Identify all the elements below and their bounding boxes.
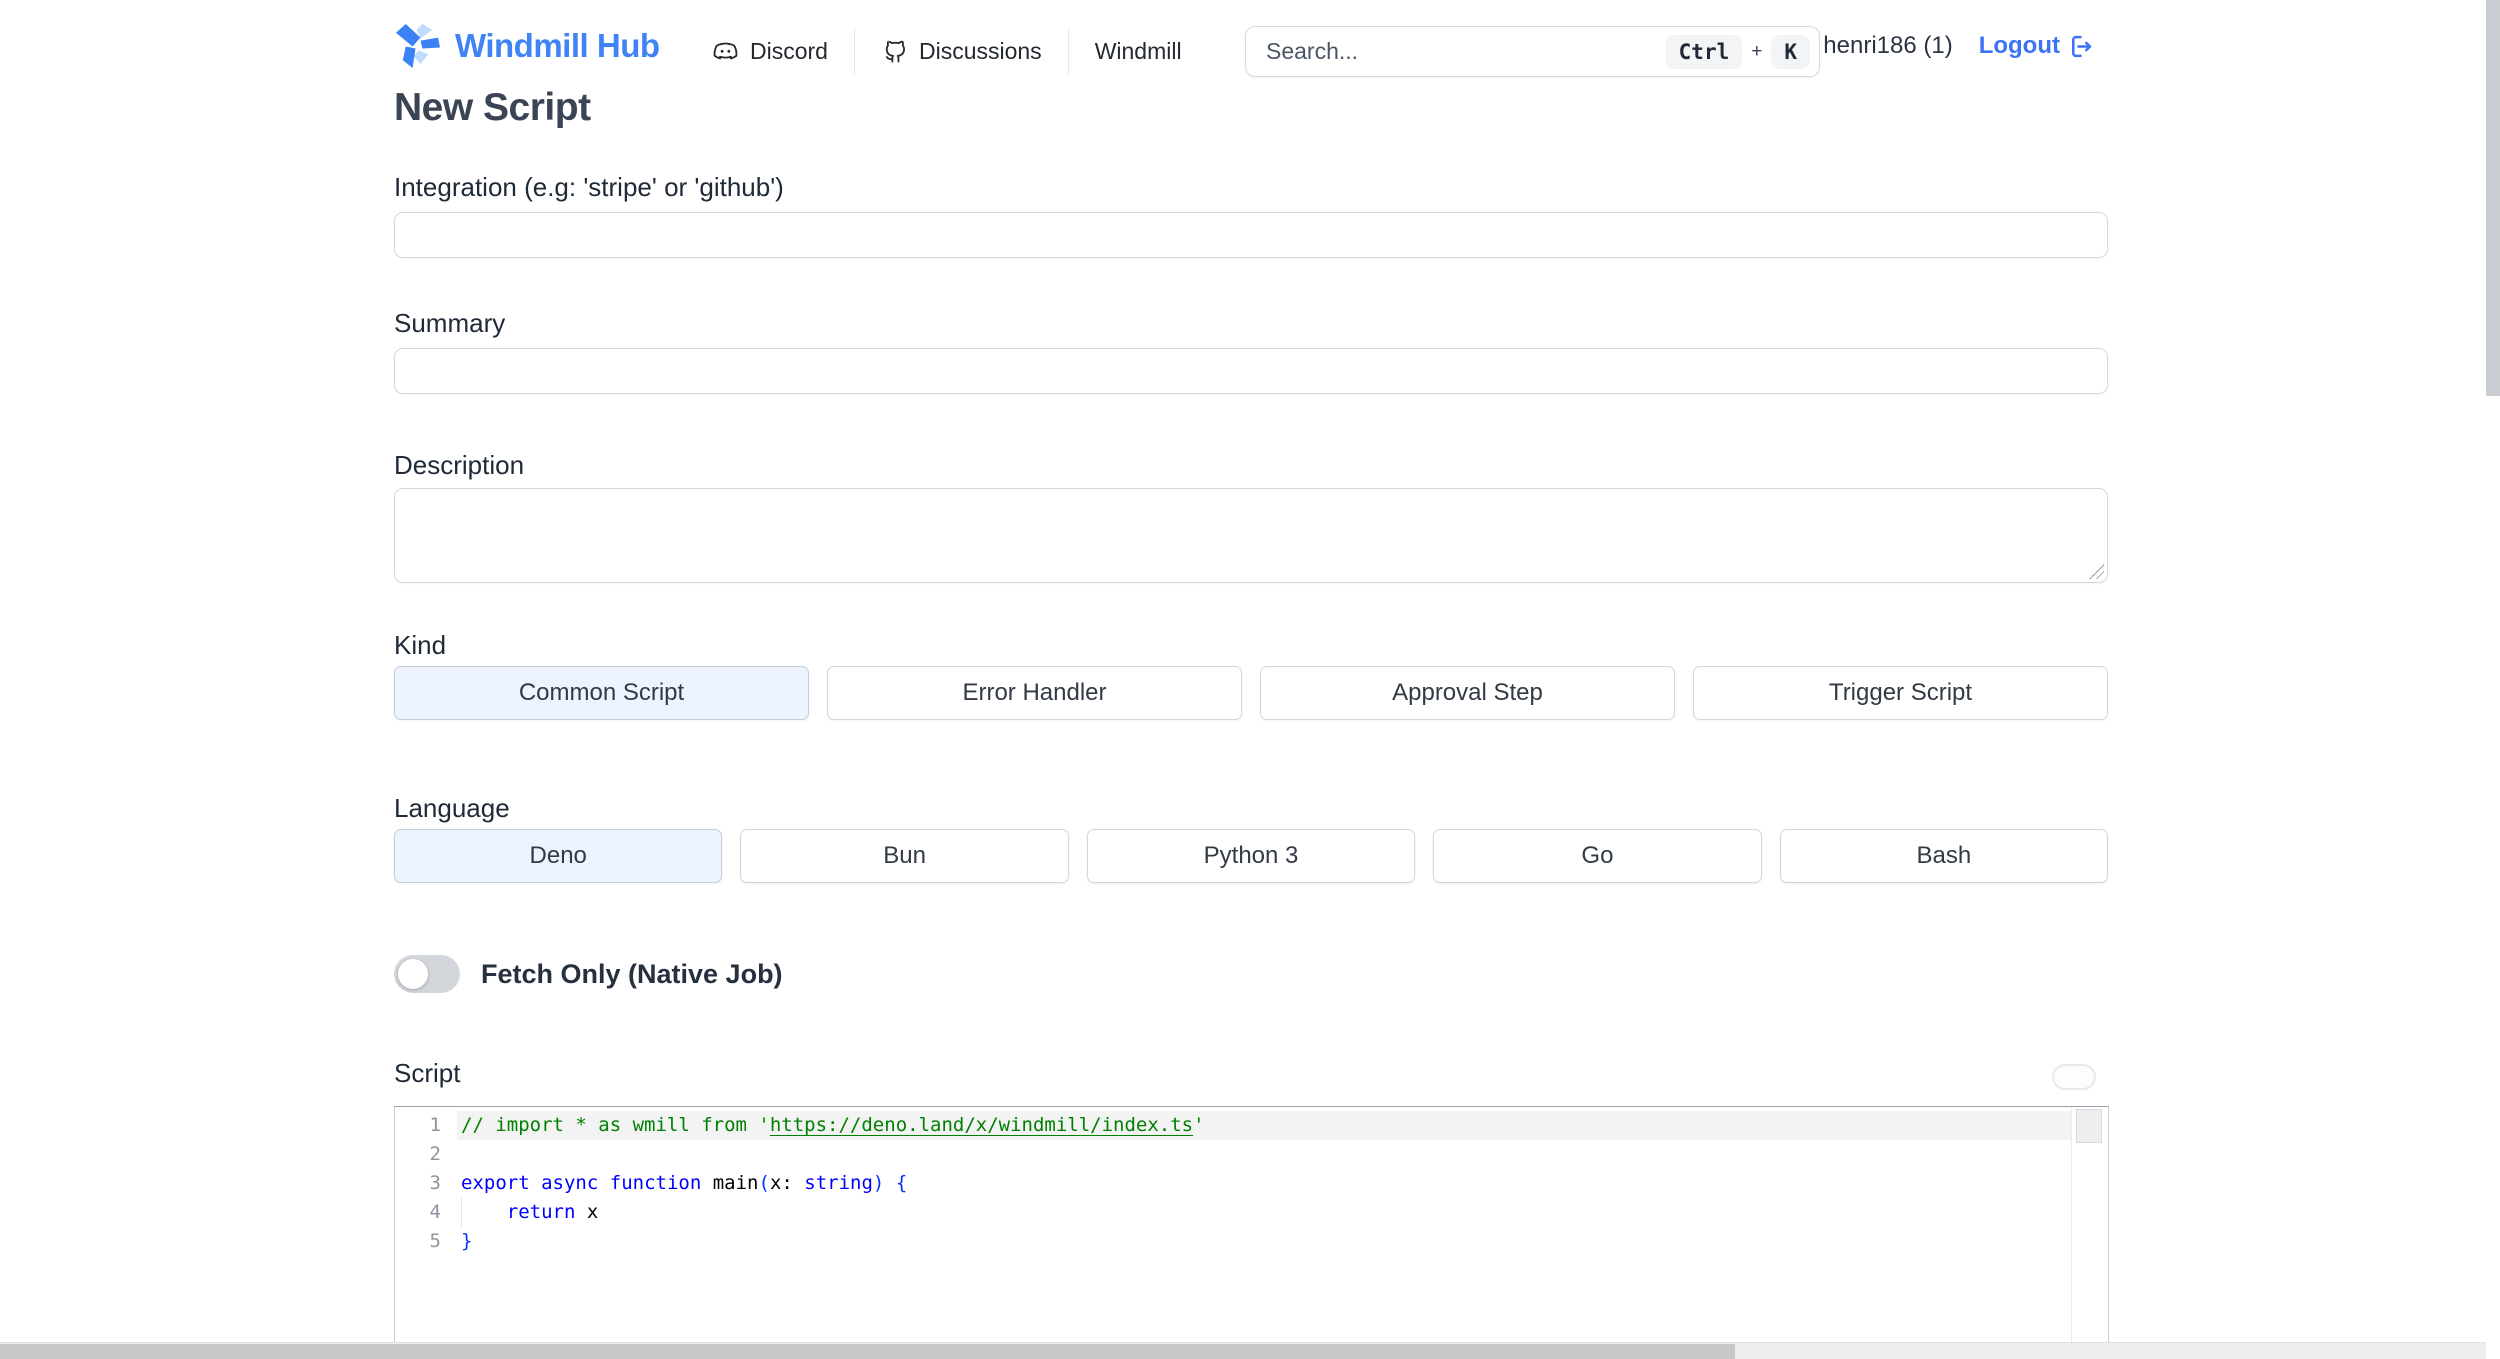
discussions-icon xyxy=(881,38,908,65)
code-token: export xyxy=(461,1172,530,1194)
search-input[interactable] xyxy=(1266,38,1666,65)
language-option-bash[interactable]: Bash xyxy=(1779,829,2109,883)
page-title: New Script xyxy=(394,86,591,129)
indent-guide xyxy=(461,1198,462,1227)
code-line-4[interactable]: return x xyxy=(461,1198,2071,1227)
editor-scrollbar-track xyxy=(2071,1107,2072,1359)
discord-icon xyxy=(712,38,739,65)
nav-item-label: Discord xyxy=(750,37,828,64)
user-area: henri186 (1) Logout xyxy=(1823,32,2092,60)
description-textarea[interactable] xyxy=(394,488,2108,583)
nav-item-windmill[interactable]: Windmill xyxy=(1095,38,1182,65)
logout-icon xyxy=(2067,34,2092,59)
nav-item-discord[interactable]: Discord xyxy=(712,38,828,65)
code-token: x xyxy=(769,1172,782,1194)
language-option-go[interactable]: Go xyxy=(1433,829,1762,883)
kind-label: Kind xyxy=(394,630,447,660)
summary-input[interactable] xyxy=(394,348,2108,394)
vertical-scrollbar-thumb[interactable] xyxy=(2486,0,2500,396)
code-line-2[interactable] xyxy=(461,1140,2071,1169)
code-line-5[interactable]: } xyxy=(461,1227,2071,1256)
horizontal-scrollbar-thumb[interactable] xyxy=(0,1344,1735,1359)
username: henri186 (1) xyxy=(1823,32,1953,59)
code-token: return xyxy=(506,1201,576,1223)
code-token: string xyxy=(804,1172,873,1194)
code-line-3[interactable]: export async function main(x: string) { xyxy=(461,1169,2071,1198)
editor-code: // import * as wmill from 'https://deno.… xyxy=(461,1111,2071,1256)
code-token: ) xyxy=(872,1172,885,1194)
code-token: // import * as wmill from ' xyxy=(461,1114,770,1136)
page: Windmill Hub Discord Discussions Windmill … xyxy=(0,0,2500,1359)
editor-scrollbar-thumb[interactable] xyxy=(2076,1109,2102,1143)
code-token: } xyxy=(461,1230,473,1252)
search-shortcut: Ctrl + K xyxy=(1665,34,1810,69)
kind-option-trigger-script[interactable]: Trigger Script xyxy=(1693,666,2108,720)
line-number[interactable]: 5 xyxy=(395,1227,441,1256)
horizontal-scrollbar[interactable] xyxy=(0,1342,2500,1359)
language-options: Deno Bun Python 3 Go Bash xyxy=(394,829,2109,883)
header-nav: Discord Discussions Windmill xyxy=(712,26,1182,76)
language-option-python-3[interactable]: Python 3 xyxy=(1086,829,1416,883)
nav-divider xyxy=(853,28,855,74)
code-editor[interactable]: 12345 // import * as wmill from 'https:/… xyxy=(394,1106,2109,1359)
language-option-deno[interactable]: Deno xyxy=(394,829,723,883)
kind-option-error-handler[interactable]: Error Handler xyxy=(827,666,1242,720)
code-token: function xyxy=(609,1172,702,1194)
line-number[interactable]: 1 xyxy=(395,1111,441,1140)
nav-item-discussions[interactable]: Discussions xyxy=(881,38,1042,65)
fetch-only-row: Fetch Only (Native Job) xyxy=(394,955,783,993)
toggle-knob xyxy=(398,959,428,989)
shortcut-key-k: K xyxy=(1771,34,1810,69)
logout-link[interactable]: Logout xyxy=(1979,32,2092,60)
code-token: x xyxy=(575,1201,599,1223)
code-token: : xyxy=(781,1172,805,1194)
code-token: ' xyxy=(1193,1114,1205,1136)
line-number[interactable]: 3 xyxy=(395,1169,441,1198)
windmill-logo-icon xyxy=(394,22,441,69)
line-number[interactable]: 4 xyxy=(395,1198,441,1227)
brand[interactable]: Windmill Hub xyxy=(394,22,660,69)
nav-item-label: Windmill xyxy=(1094,37,1182,64)
code-line-1[interactable]: // import * as wmill from 'https://deno.… xyxy=(461,1111,2071,1140)
line-number[interactable]: 2 xyxy=(395,1140,441,1169)
code-token: https://deno.land/x/windmill/index.ts xyxy=(769,1114,1194,1136)
kind-options: Common Script Error Handler Approval Step T… xyxy=(394,666,2108,720)
logout-label: Logout xyxy=(1978,32,2060,59)
kind-option-approval-step[interactable]: Approval Step xyxy=(1260,666,1675,720)
brand-name: Windmill Hub xyxy=(455,26,660,64)
code-token: async xyxy=(541,1172,599,1194)
language-option-bun[interactable]: Bun xyxy=(740,829,1069,883)
nav-divider xyxy=(1067,28,1069,74)
editor-toggle-pill[interactable] xyxy=(2052,1064,2096,1090)
shortcut-key-ctrl: Ctrl xyxy=(1665,34,1743,69)
code-token: { xyxy=(895,1172,908,1194)
integration-label: Integration (e.g: 'stripe' or 'github') xyxy=(394,172,784,202)
integration-input[interactable] xyxy=(394,212,2108,258)
language-label: Language xyxy=(394,793,510,823)
script-label: Script xyxy=(394,1058,461,1088)
summary-label: Summary xyxy=(394,308,506,338)
vertical-scrollbar[interactable] xyxy=(2486,0,2500,1359)
nav-item-label: Discussions xyxy=(918,37,1042,64)
shortcut-separator: + xyxy=(1751,40,1763,62)
kind-option-common-script[interactable]: Common Script xyxy=(394,666,809,720)
code-token: ( xyxy=(758,1172,770,1194)
description-field xyxy=(394,488,2108,583)
code-token: main xyxy=(712,1172,759,1194)
search-box: Ctrl + K xyxy=(1245,26,1820,77)
fetch-only-label: Fetch Only (Native Job) xyxy=(481,958,783,989)
description-label: Description xyxy=(394,450,525,480)
editor-gutter: 12345 xyxy=(395,1111,441,1256)
fetch-only-toggle[interactable] xyxy=(394,955,460,993)
